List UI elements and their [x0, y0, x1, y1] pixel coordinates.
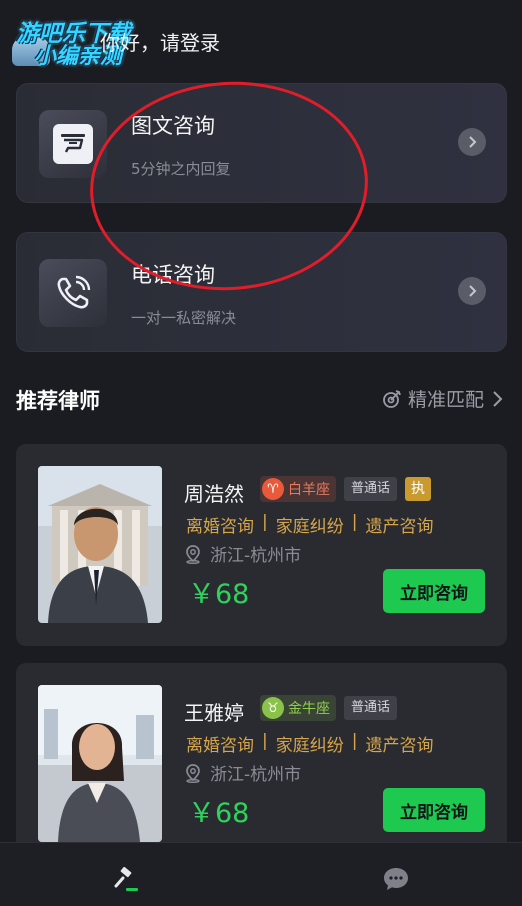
phone-icon — [39, 259, 107, 327]
consult-price: ￥68 — [188, 798, 250, 829]
tab-messages[interactable] — [382, 866, 410, 896]
zodiac-tag: ♈ 白羊座 — [260, 476, 336, 502]
aries-icon: ♈ — [262, 478, 284, 500]
language-tag: 普通话 — [344, 696, 398, 720]
practice-areas: 离婚咨询 | 家庭纠纷 | 遗产咨询 — [186, 512, 433, 537]
precise-match-link[interactable]: 精准匹配 — [382, 385, 504, 412]
lawyer-location: 浙江-杭州市 — [184, 760, 301, 785]
login-prompt[interactable]: 你好，请登录 — [100, 27, 220, 56]
tab-lawyers[interactable] — [112, 864, 142, 898]
area-separator: | — [351, 512, 358, 532]
lawyer-photo — [38, 466, 162, 623]
chevron-right-icon — [493, 390, 503, 407]
lawyer-name: 周浩然 — [184, 482, 244, 506]
practice-areas: 离婚咨询 | 家庭纠纷 | 遗产咨询 — [186, 731, 433, 756]
location-text: 浙江-杭州市 — [210, 546, 302, 566]
practice-area: 离婚咨询 — [186, 517, 254, 537]
area-separator: | — [262, 731, 268, 751]
consult-now-button[interactable]: 立即咨询 — [383, 788, 485, 832]
gavel-icon — [114, 866, 138, 891]
target-icon — [383, 389, 401, 408]
zodiac-tag: ♉ 金牛座 — [260, 695, 336, 721]
chevron-right-icon[interactable] — [458, 128, 486, 156]
header: 游吧乐下载 小编亲测 你好，请登录 — [0, 0, 522, 80]
practice-area: 离婚咨询 — [186, 736, 254, 756]
practice-area: 遗产咨询 — [365, 517, 434, 537]
lawyer-tags: ♈ 白羊座 普通话 执 — [260, 476, 432, 502]
section-title: 推荐律师 — [16, 389, 100, 413]
area-separator: | — [351, 731, 358, 751]
consult-now-button[interactable]: 立即咨询 — [383, 569, 485, 613]
bottom-tab-bar — [0, 842, 522, 906]
zodiac-label: 白羊座 — [288, 482, 330, 498]
location-pin-icon — [186, 544, 200, 564]
lawyer-card[interactable]: 周浩然 ♈ 白羊座 普通话 执 离婚咨询 | 家庭纠纷 | 遗产咨询 浙江-杭州… — [16, 444, 507, 646]
chevron-right-icon[interactable] — [458, 277, 486, 305]
lawyer-card[interactable]: 王雅婷 ♉ 金牛座 普通话 离婚咨询 | 家庭纠纷 | 遗产咨询 浙江-杭州市 … — [16, 663, 507, 865]
practice-area: 家庭纠纷 — [275, 517, 344, 537]
message-icon — [384, 868, 408, 890]
taurus-icon: ♉ — [262, 697, 284, 719]
location-text: 浙江-杭州市 — [210, 765, 302, 785]
lawyer-tags: ♉ 金牛座 普通话 — [260, 695, 398, 721]
consult-price: ￥68 — [188, 579, 250, 610]
zodiac-label: 金牛座 — [288, 701, 330, 717]
lawyer-name: 王雅婷 — [184, 701, 244, 725]
consult-subtitle: 一对一私密解决 — [131, 309, 237, 327]
language-tag: 普通话 — [344, 477, 398, 501]
license-badge: 执 — [405, 477, 432, 501]
location-pin-icon — [186, 763, 200, 783]
lawyer-photo — [38, 685, 162, 842]
practice-area: 遗产咨询 — [365, 736, 434, 756]
match-label: 精准匹配 — [407, 389, 484, 411]
area-separator: | — [262, 512, 268, 532]
lawyer-location: 浙江-杭州市 — [184, 541, 301, 566]
practice-area: 家庭纠纷 — [275, 736, 344, 756]
